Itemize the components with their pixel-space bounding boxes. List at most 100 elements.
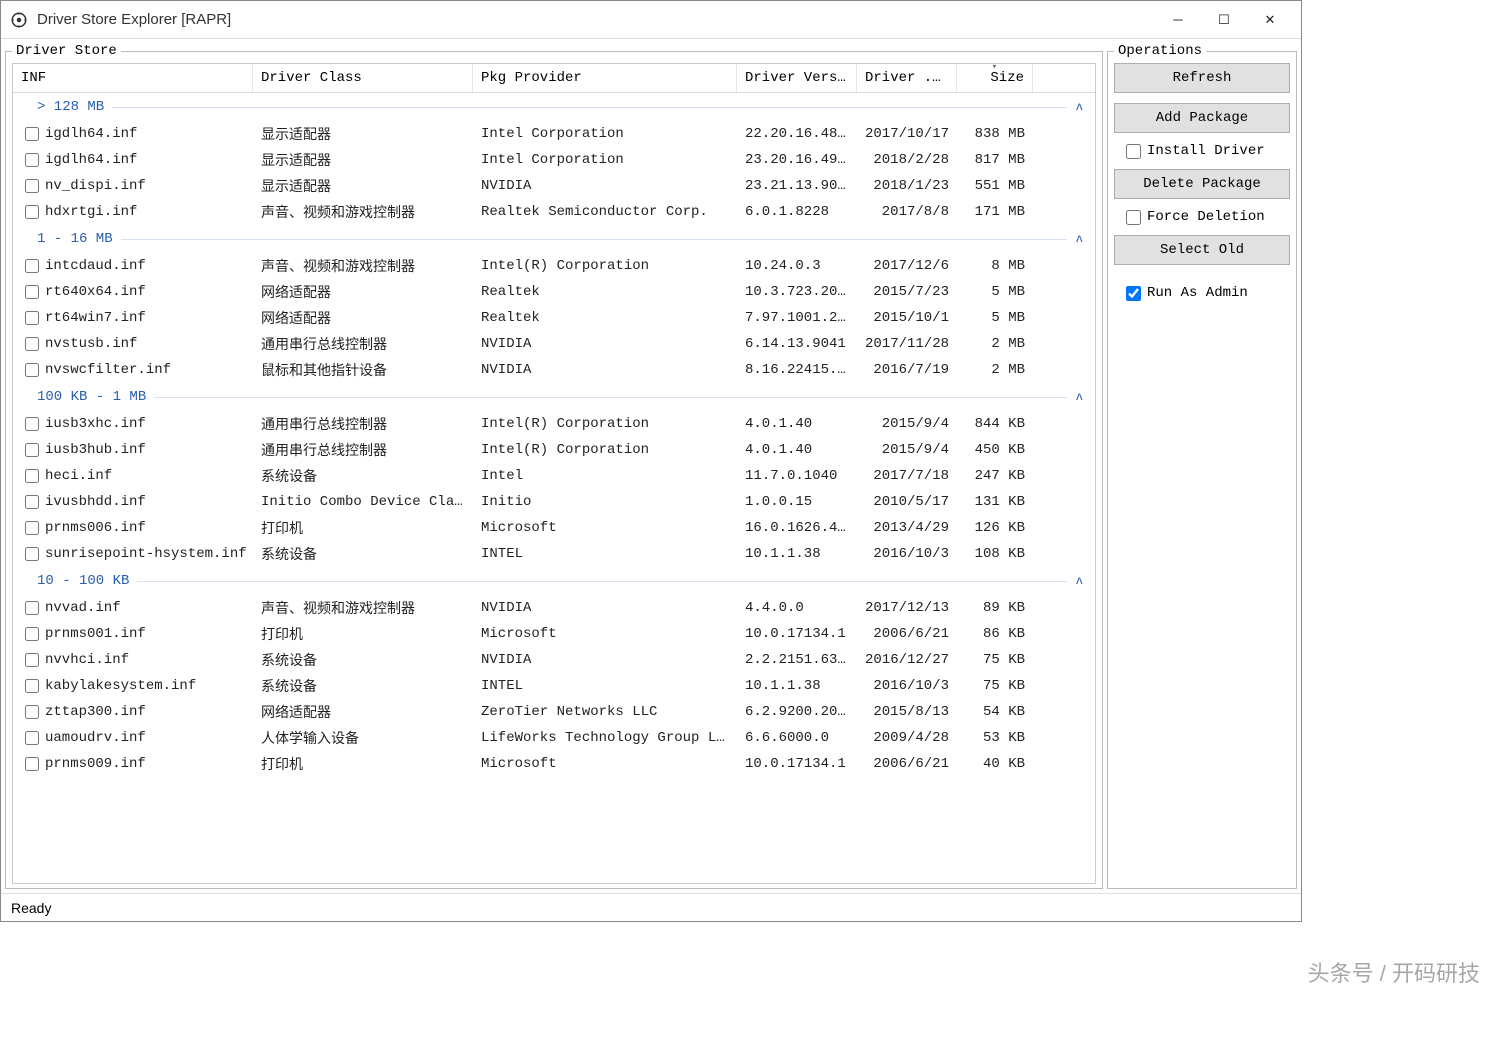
row-checkbox[interactable] bbox=[25, 601, 39, 615]
cell-driver-version: 23.20.16.4973 bbox=[737, 150, 857, 170]
cell-driver-date: 2015/7/23 bbox=[857, 282, 957, 302]
group-header[interactable]: 10 - 100 KBʌ bbox=[13, 567, 1095, 595]
row-checkbox[interactable] bbox=[25, 337, 39, 351]
table-row[interactable]: prnms009.inf打印机Microsoft10.0.17134.12006… bbox=[13, 751, 1095, 777]
col-inf[interactable]: INF bbox=[13, 64, 253, 92]
col-driver-version[interactable]: Driver Version bbox=[737, 64, 857, 92]
table-row[interactable]: igdlh64.inf显示适配器Intel Corporation23.20.1… bbox=[13, 147, 1095, 173]
table-row[interactable]: kabylakesystem.inf系统设备INTEL10.1.1.382016… bbox=[13, 673, 1095, 699]
add-package-button[interactable]: Add Package bbox=[1114, 103, 1290, 133]
cell-size: 838 MB bbox=[957, 124, 1033, 144]
chevron-up-icon: ʌ bbox=[1076, 390, 1083, 404]
delete-package-button[interactable]: Delete Package bbox=[1114, 169, 1290, 199]
row-checkbox[interactable] bbox=[25, 417, 39, 431]
cell-inf: prnms001.inf bbox=[45, 626, 146, 642]
table-row[interactable]: nvvhci.inf系统设备NVIDIA2.2.2151.63782016/12… bbox=[13, 647, 1095, 673]
group-header[interactable]: 1 - 16 MBʌ bbox=[13, 225, 1095, 253]
table-row[interactable]: iusb3hub.inf通用串行总线控制器Intel(R) Corporatio… bbox=[13, 437, 1095, 463]
row-checkbox[interactable] bbox=[25, 731, 39, 745]
cell-driver-date: 2010/5/17 bbox=[857, 492, 957, 512]
minimize-button[interactable]: ─ bbox=[1155, 5, 1201, 35]
cell-inf: nvvad.inf bbox=[45, 600, 121, 616]
table-row[interactable]: intcdaud.inf声音、视频和游戏控制器Intel(R) Corporat… bbox=[13, 253, 1095, 279]
row-checkbox[interactable] bbox=[25, 679, 39, 693]
row-checkbox[interactable] bbox=[25, 653, 39, 667]
force-deletion-option[interactable]: Force Deletion bbox=[1114, 209, 1290, 225]
row-checkbox[interactable] bbox=[25, 757, 39, 771]
cell-driver-class: Initio Combo Device Class bbox=[253, 492, 473, 512]
status-text: Ready bbox=[11, 900, 51, 916]
table-row[interactable]: rt640x64.inf网络适配器Realtek10.3.723.2015201… bbox=[13, 279, 1095, 305]
row-checkbox[interactable] bbox=[25, 285, 39, 299]
install-driver-option[interactable]: Install Driver bbox=[1114, 143, 1290, 159]
driver-store-panel: Driver Store INF Driver Class Pkg Provid… bbox=[5, 43, 1103, 889]
run-as-admin-option[interactable]: Run As Admin bbox=[1114, 285, 1290, 301]
maximize-button[interactable]: ☐ bbox=[1201, 5, 1247, 35]
row-checkbox[interactable] bbox=[25, 495, 39, 509]
cell-driver-version: 6.2.9200.20557 bbox=[737, 702, 857, 722]
cell-driver-date: 2009/4/28 bbox=[857, 728, 957, 748]
table-row[interactable]: uamoudrv.inf人体学输入设备LifeWorks Technology … bbox=[13, 725, 1095, 751]
row-checkbox[interactable] bbox=[25, 363, 39, 377]
table-row[interactable]: iusb3xhc.inf通用串行总线控制器Intel(R) Corporatio… bbox=[13, 411, 1095, 437]
table-row[interactable]: sunrisepoint-hsystem.inf系统设备INTEL10.1.1.… bbox=[13, 541, 1095, 567]
col-pkg-provider[interactable]: Pkg Provider bbox=[473, 64, 737, 92]
cell-size: 89 KB bbox=[957, 598, 1033, 618]
cell-inf: rt640x64.inf bbox=[45, 284, 146, 300]
cell-size: 450 KB bbox=[957, 440, 1033, 460]
table-row[interactable]: heci.inf系统设备Intel11.7.0.10402017/7/18247… bbox=[13, 463, 1095, 489]
cell-driver-date: 2016/10/3 bbox=[857, 544, 957, 564]
table-row[interactable]: prnms001.inf打印机Microsoft10.0.17134.12006… bbox=[13, 621, 1095, 647]
cell-driver-version: 4.4.0.0 bbox=[737, 598, 857, 618]
table-row[interactable]: zttap300.inf网络适配器ZeroTier Networks LLC6.… bbox=[13, 699, 1095, 725]
cell-pkg-provider: Intel bbox=[473, 466, 737, 486]
row-checkbox[interactable] bbox=[25, 205, 39, 219]
table-row[interactable]: nv_dispi.inf显示适配器NVIDIA23.21.13.90772018… bbox=[13, 173, 1095, 199]
col-size[interactable]: ▾ Size bbox=[957, 64, 1033, 92]
cell-size: 126 KB bbox=[957, 518, 1033, 538]
select-old-button[interactable]: Select Old bbox=[1114, 235, 1290, 265]
cell-pkg-provider: Intel(R) Corporation bbox=[473, 414, 737, 434]
refresh-button[interactable]: Refresh bbox=[1114, 63, 1290, 93]
close-button[interactable]: ✕ bbox=[1247, 5, 1293, 35]
table-row[interactable]: ivusbhdd.infInitio Combo Device ClassIni… bbox=[13, 489, 1095, 515]
cell-driver-version: 4.0.1.40 bbox=[737, 440, 857, 460]
row-checkbox[interactable] bbox=[25, 627, 39, 641]
cell-inf: kabylakesystem.inf bbox=[45, 678, 196, 694]
install-driver-checkbox[interactable] bbox=[1126, 144, 1141, 159]
cell-size: 54 KB bbox=[957, 702, 1033, 722]
group-header[interactable]: 100 KB - 1 MBʌ bbox=[13, 383, 1095, 411]
run-as-admin-checkbox[interactable] bbox=[1126, 286, 1141, 301]
cell-driver-date: 2017/10/17 bbox=[857, 124, 957, 144]
row-checkbox[interactable] bbox=[25, 443, 39, 457]
table-row[interactable]: prnms006.inf打印机Microsoft16.0.1626.400020… bbox=[13, 515, 1095, 541]
window-controls: ─ ☐ ✕ bbox=[1155, 5, 1293, 35]
cell-size: 5 MB bbox=[957, 282, 1033, 302]
group-header[interactable]: > 128 MBʌ bbox=[13, 93, 1095, 121]
cell-inf: nv_dispi.inf bbox=[45, 178, 146, 194]
table-row[interactable]: hdxrtgi.inf声音、视频和游戏控制器Realtek Semiconduc… bbox=[13, 199, 1095, 225]
row-checkbox[interactable] bbox=[25, 153, 39, 167]
cell-driver-version: 2.2.2151.6378 bbox=[737, 650, 857, 670]
row-checkbox[interactable] bbox=[25, 521, 39, 535]
driver-list[interactable]: INF Driver Class Pkg Provider Driver Ver… bbox=[12, 63, 1096, 884]
cell-driver-version: 22.20.16.4836 bbox=[737, 124, 857, 144]
force-deletion-checkbox[interactable] bbox=[1126, 210, 1141, 225]
cell-size: 2 MB bbox=[957, 334, 1033, 354]
col-driver-date[interactable]: Driver ... bbox=[857, 64, 957, 92]
row-checkbox[interactable] bbox=[25, 311, 39, 325]
table-row[interactable]: rt64win7.inf网络适配器Realtek7.97.1001.201520… bbox=[13, 305, 1095, 331]
row-checkbox[interactable] bbox=[25, 469, 39, 483]
table-row[interactable]: nvstusb.inf通用串行总线控制器NVIDIA6.14.13.904120… bbox=[13, 331, 1095, 357]
row-checkbox[interactable] bbox=[25, 705, 39, 719]
cell-driver-date: 2018/2/28 bbox=[857, 150, 957, 170]
table-row[interactable]: nvswcfilter.inf鼠标和其他指针设备NVIDIA8.16.22415… bbox=[13, 357, 1095, 383]
row-checkbox[interactable] bbox=[25, 179, 39, 193]
row-checkbox[interactable] bbox=[25, 127, 39, 141]
row-checkbox[interactable] bbox=[25, 259, 39, 273]
table-row[interactable]: igdlh64.inf显示适配器Intel Corporation22.20.1… bbox=[13, 121, 1095, 147]
cell-pkg-provider: Microsoft bbox=[473, 754, 737, 774]
col-driver-class[interactable]: Driver Class bbox=[253, 64, 473, 92]
table-row[interactable]: nvvad.inf声音、视频和游戏控制器NVIDIA4.4.0.02017/12… bbox=[13, 595, 1095, 621]
row-checkbox[interactable] bbox=[25, 547, 39, 561]
